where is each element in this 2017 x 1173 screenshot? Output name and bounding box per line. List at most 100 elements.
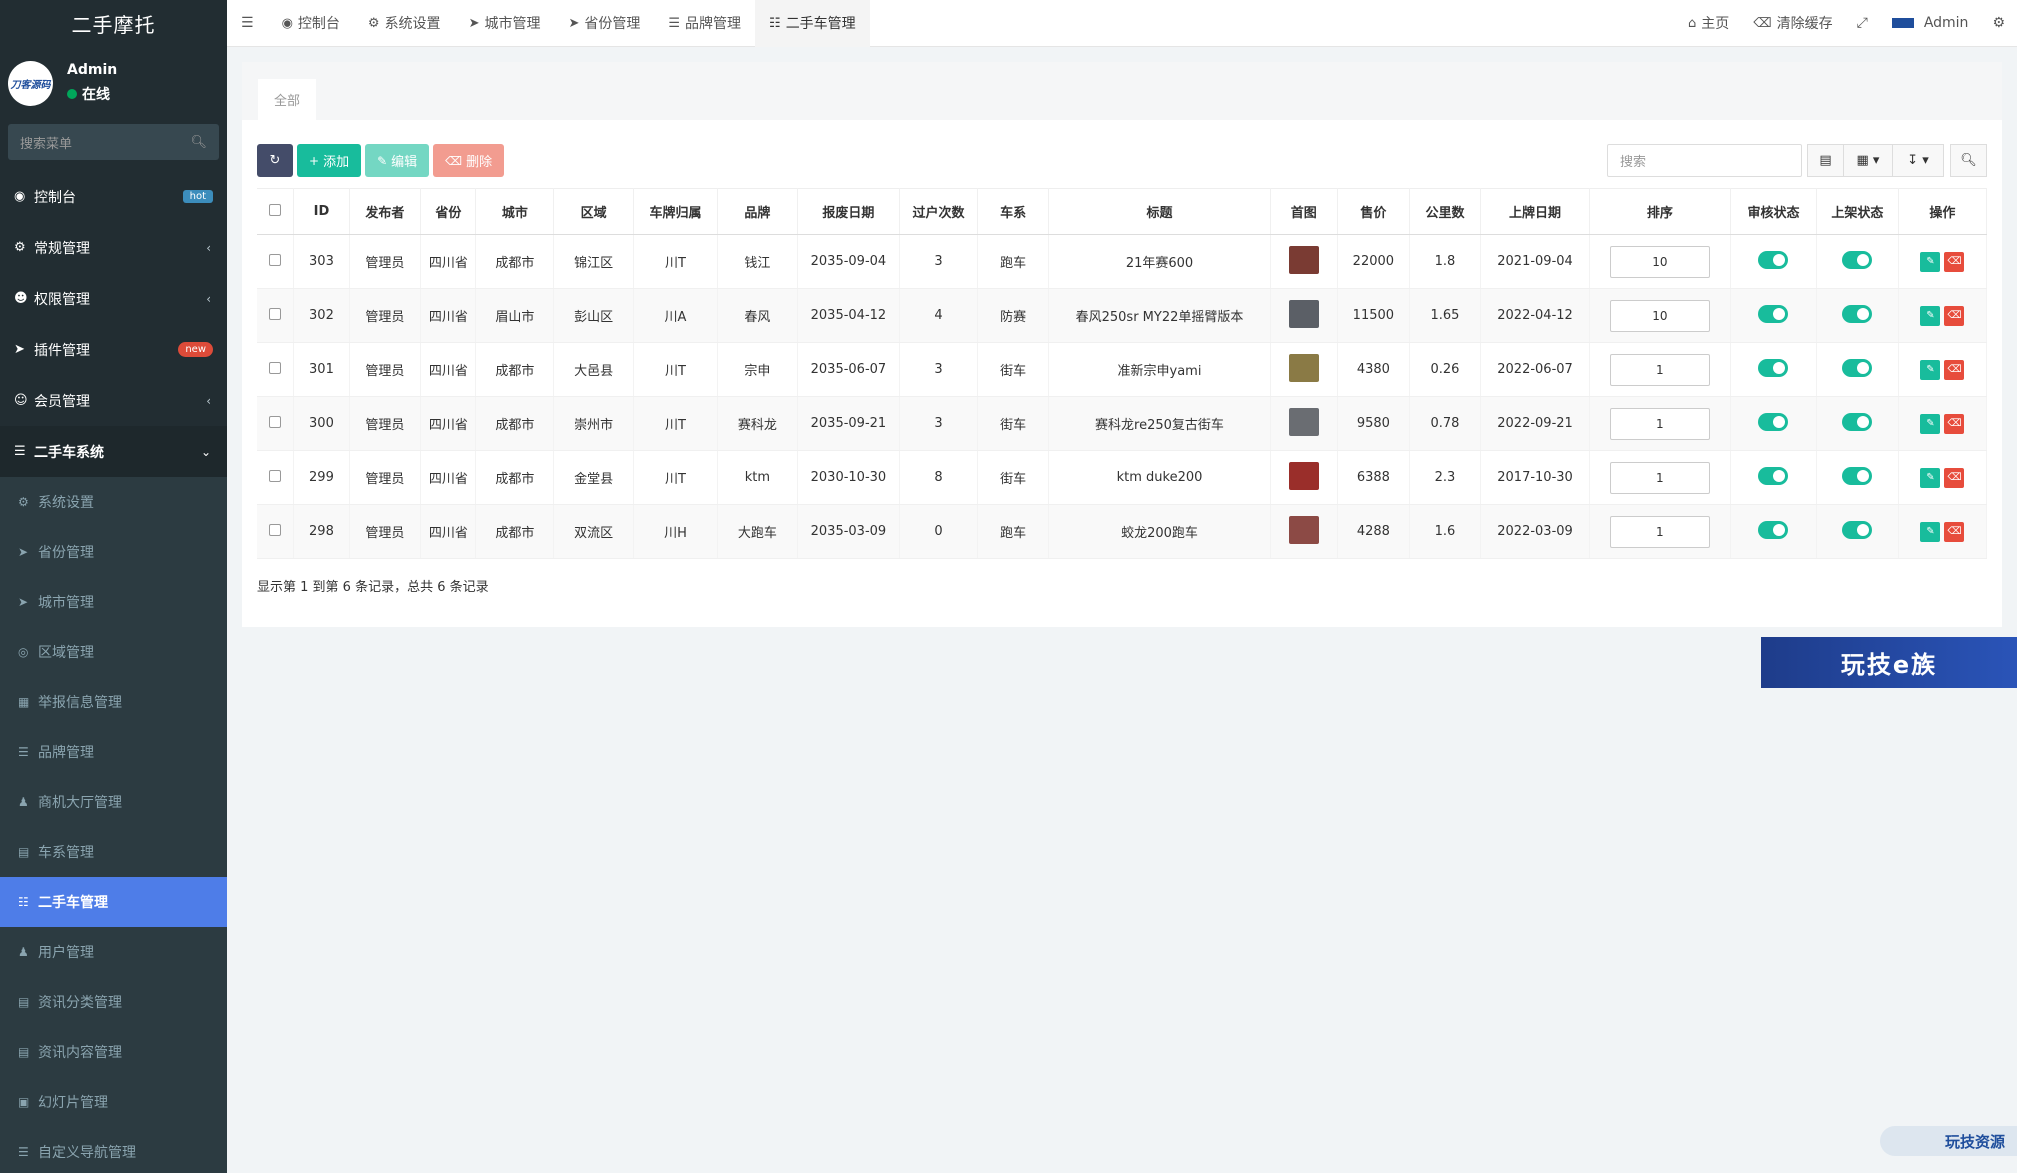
shelf-toggle[interactable] — [1842, 412, 1873, 431]
delete-row-button[interactable]: ⌫ — [1944, 305, 1965, 326]
shelf-toggle[interactable] — [1842, 250, 1873, 269]
table-row[interactable]: 300 管理员 四川省 成都市 崇州市 川T 赛科龙 2035-09-21 3 街车 赛科龙re25… — [257, 396, 1988, 451]
edit-row-button[interactable]: ✎ — [1920, 305, 1941, 326]
sidebar-item-series[interactable]: ▤ 车系管理 — [0, 827, 227, 877]
sidebar-item-system-settings[interactable]: ⚙ 系统设置 — [0, 477, 227, 527]
row-checkbox-cell[interactable] — [257, 396, 295, 451]
brand-logo[interactable]: 二手摩托 — [0, 0, 227, 46]
shelf-toggle[interactable] — [1842, 520, 1873, 539]
refresh-button[interactable]: ↻ — [257, 144, 293, 177]
table-row[interactable]: 302 管理员 四川省 眉山市 彭山区 川A 春风 2035-04-12 4 防赛 春风250sr … — [257, 288, 1988, 343]
delete-row-button[interactable]: ⌫ — [1944, 359, 1965, 380]
audit-toggle[interactable] — [1758, 358, 1789, 377]
row-checkbox-cell[interactable] — [257, 288, 295, 343]
tab-city[interactable]: ➤ 城市管理 — [455, 0, 555, 47]
delete-row-button[interactable]: ⌫ — [1944, 251, 1965, 272]
edit-row-button[interactable]: ✎ — [1920, 251, 1941, 272]
delete-button[interactable]: ⌫ 删除 — [433, 144, 505, 177]
row-checkbox-cell[interactable] — [257, 342, 295, 397]
sidebar-toggle-button[interactable]: ☰ — [227, 0, 268, 47]
audit-toggle[interactable] — [1758, 466, 1789, 485]
cell-thumb[interactable] — [1270, 450, 1339, 505]
sidebar-item-usedcar-system[interactable]: ☰ 二手车系统 ⌄ — [0, 426, 227, 477]
tab-brand[interactable]: ☰ 品牌管理 — [654, 0, 755, 47]
checkbox[interactable] — [269, 361, 282, 374]
tab-all[interactable]: 全部 — [258, 79, 316, 120]
audit-toggle[interactable] — [1758, 520, 1789, 539]
sort-input[interactable]: 1 — [1609, 515, 1710, 548]
sidebar-item-city[interactable]: ➤ 城市管理 — [0, 577, 227, 627]
thumbnail-image[interactable] — [1288, 407, 1319, 436]
thumbnail-image[interactable] — [1288, 353, 1319, 382]
checkbox[interactable] — [269, 523, 282, 536]
sidebar-item-news-category[interactable]: ▤ 资讯分类管理 — [0, 977, 227, 1027]
sidebar-item-district[interactable]: ◎ 区域管理 — [0, 627, 227, 677]
add-button[interactable]: + 添加 — [297, 144, 362, 177]
sidebar-item-user[interactable]: ♟ 用户管理 — [0, 927, 227, 977]
cell-thumb[interactable] — [1270, 396, 1339, 451]
sort-input[interactable]: 1 — [1609, 353, 1710, 386]
col-id[interactable]: ID — [293, 188, 350, 235]
shelf-toggle[interactable] — [1842, 466, 1873, 485]
edit-row-button[interactable]: ✎ — [1920, 467, 1941, 488]
audit-toggle[interactable] — [1758, 250, 1789, 269]
shelf-toggle[interactable] — [1842, 304, 1873, 323]
row-checkbox-cell[interactable] — [257, 504, 295, 559]
edit-row-button[interactable]: ✎ — [1920, 521, 1941, 542]
edit-button[interactable]: ✎ 编辑 — [365, 144, 430, 177]
tab-system-settings[interactable]: ⚙ 系统设置 — [354, 0, 455, 47]
sidebar-item-general[interactable]: ⚙ 常规管理 ‹ — [0, 222, 227, 273]
home-link[interactable]: ⌂ 主页 — [1676, 0, 1741, 47]
delete-row-button[interactable]: ⌫ — [1944, 521, 1965, 542]
row-checkbox-cell[interactable] — [257, 234, 295, 289]
columns-dropdown[interactable]: ▦ ▾ — [1843, 144, 1893, 177]
shelf-toggle[interactable] — [1842, 358, 1873, 377]
admin-menu[interactable]: Admin — [1880, 0, 1981, 47]
sidebar-item-auth[interactable]: ☻ 权限管理 ‹ — [0, 273, 227, 324]
tab-usedcar[interactable]: ☷ 二手车管理 — [755, 0, 870, 47]
sidebar-item-members[interactable]: ☺ 会员管理 ‹ — [0, 375, 227, 426]
edit-row-button[interactable]: ✎ — [1920, 413, 1941, 434]
checkbox[interactable] — [269, 415, 282, 428]
table-row[interactable]: 299 管理员 四川省 成都市 金堂县 川T ktm 2030-10-30 8 街车 ktm duk… — [257, 450, 1988, 505]
sidebar-item-business-hall[interactable]: ♟ 商机大厅管理 — [0, 777, 227, 827]
cell-thumb[interactable] — [1270, 288, 1339, 343]
tab-dashboard[interactable]: ◉ 控制台 — [268, 0, 354, 47]
sidebar-item-custom-nav[interactable]: ☰ 自定义导航管理 — [0, 1127, 227, 1173]
sidebar-item-province[interactable]: ➤ 省份管理 — [0, 527, 227, 577]
tab-province[interactable]: ➤ 省份管理 — [554, 0, 654, 47]
table-search-input[interactable]: 搜索 — [1607, 144, 1802, 177]
menu-search-input[interactable]: 搜索菜单 🔍︎ — [8, 124, 219, 160]
table-row[interactable]: 301 管理员 四川省 成都市 大邑县 川T 宗申 2035-06-07 3 街车 准新宗申yami… — [257, 342, 1988, 397]
sidebar-item-usedcar[interactable]: ☷ 二手车管理 — [0, 877, 227, 927]
delete-row-button[interactable]: ⌫ — [1944, 467, 1965, 488]
select-all-checkbox[interactable] — [257, 188, 295, 235]
audit-toggle[interactable] — [1758, 304, 1789, 323]
search-icon[interactable]: 🔍︎ — [190, 135, 207, 150]
sidebar-item-news-content[interactable]: ▤ 资讯内容管理 — [0, 1027, 227, 1077]
edit-row-button[interactable]: ✎ — [1920, 359, 1941, 380]
export-dropdown[interactable]: ↧ ▾ — [1892, 144, 1944, 177]
row-checkbox-cell[interactable] — [257, 450, 295, 505]
checkbox[interactable] — [269, 253, 282, 266]
toggle-view-button[interactable]: ▤ — [1807, 144, 1844, 177]
thumbnail-image[interactable] — [1288, 299, 1319, 328]
sidebar-item-dashboard[interactable]: ◉ 控制台 hot — [0, 171, 227, 222]
thumbnail-image[interactable] — [1288, 515, 1319, 544]
sidebar-item-report[interactable]: ▦ 举报信息管理 — [0, 677, 227, 727]
thumbnail-image[interactable] — [1288, 461, 1319, 490]
table-row[interactable]: 298 管理员 四川省 成都市 双流区 川H 大跑车 2035-03-09 0 跑车 蛟龙200跑车… — [257, 504, 1988, 559]
checkbox[interactable] — [269, 307, 282, 320]
cell-thumb[interactable] — [1270, 342, 1339, 397]
checkbox[interactable] — [269, 469, 282, 482]
fullscreen-button[interactable]: ⤢ — [1845, 0, 1880, 47]
clear-cache-button[interactable]: ⌫ 清除缓存 — [1741, 0, 1844, 47]
table-row[interactable]: 303 管理员 四川省 成都市 锦江区 川T 钱江 2035-09-04 3 跑车 21年赛600 2… — [257, 234, 1988, 289]
delete-row-button[interactable]: ⌫ — [1944, 413, 1965, 434]
thumbnail-image[interactable] — [1288, 245, 1319, 274]
audit-toggle[interactable] — [1758, 412, 1789, 431]
sort-input[interactable]: 1 — [1609, 461, 1710, 494]
settings-button[interactable]: ⚙ — [1980, 0, 2017, 47]
checkbox[interactable] — [269, 203, 282, 216]
sidebar-item-brand[interactable]: ☰ 品牌管理 — [0, 727, 227, 777]
